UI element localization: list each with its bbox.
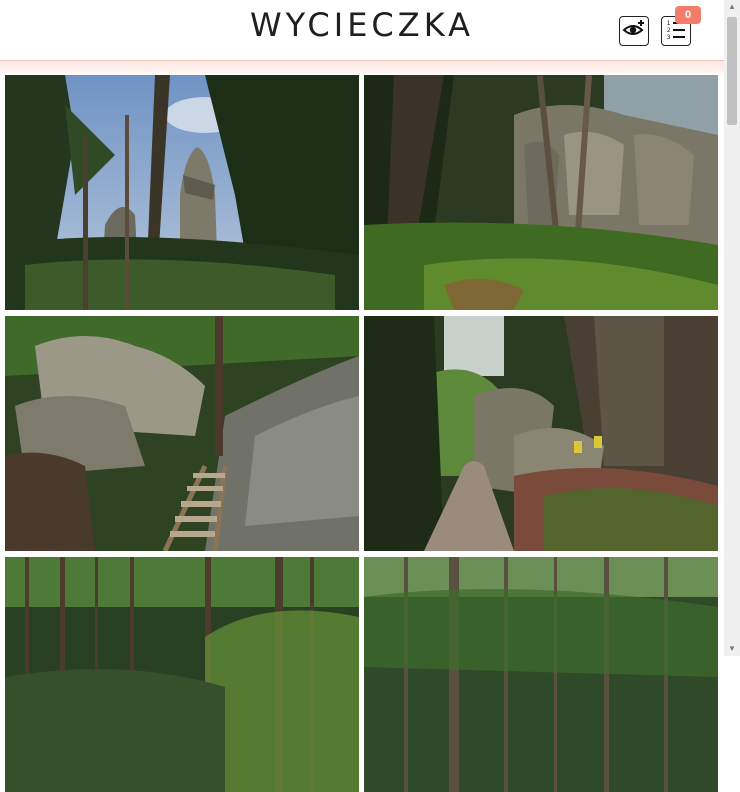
scroll-up-arrow-icon[interactable]: ▲	[724, 0, 740, 14]
scroll-down-arrow-icon[interactable]: ▼	[724, 642, 740, 656]
svg-text:2: 2	[667, 28, 671, 34]
photo-forest-rock-tower[interactable]	[5, 75, 359, 310]
vertical-scrollbar[interactable]: ▲ ▼	[724, 0, 740, 656]
photo-forest-path-rocks[interactable]	[364, 316, 718, 551]
photo-dense-spruce-forest-2[interactable]	[364, 557, 718, 792]
photo-gallery	[5, 75, 718, 792]
svg-text:3: 3	[667, 35, 671, 40]
header-shadow-divider	[0, 61, 724, 73]
top-bar: WYCIECZKA 1 2 3 0	[0, 0, 724, 61]
photo-rocks-wooden-stairs[interactable]	[5, 316, 359, 551]
view-toggle-button[interactable]	[619, 16, 649, 46]
photo-dense-spruce-forest-1[interactable]	[5, 557, 359, 792]
eye-plus-icon	[622, 19, 646, 44]
scrollbar-thumb[interactable]	[727, 17, 737, 125]
svg-text:1: 1	[667, 21, 671, 27]
page-title: WYCIECZKA	[249, 6, 474, 44]
list-count-badge: 0	[675, 6, 701, 24]
photo-forest-sandstone-wall[interactable]	[364, 75, 718, 310]
